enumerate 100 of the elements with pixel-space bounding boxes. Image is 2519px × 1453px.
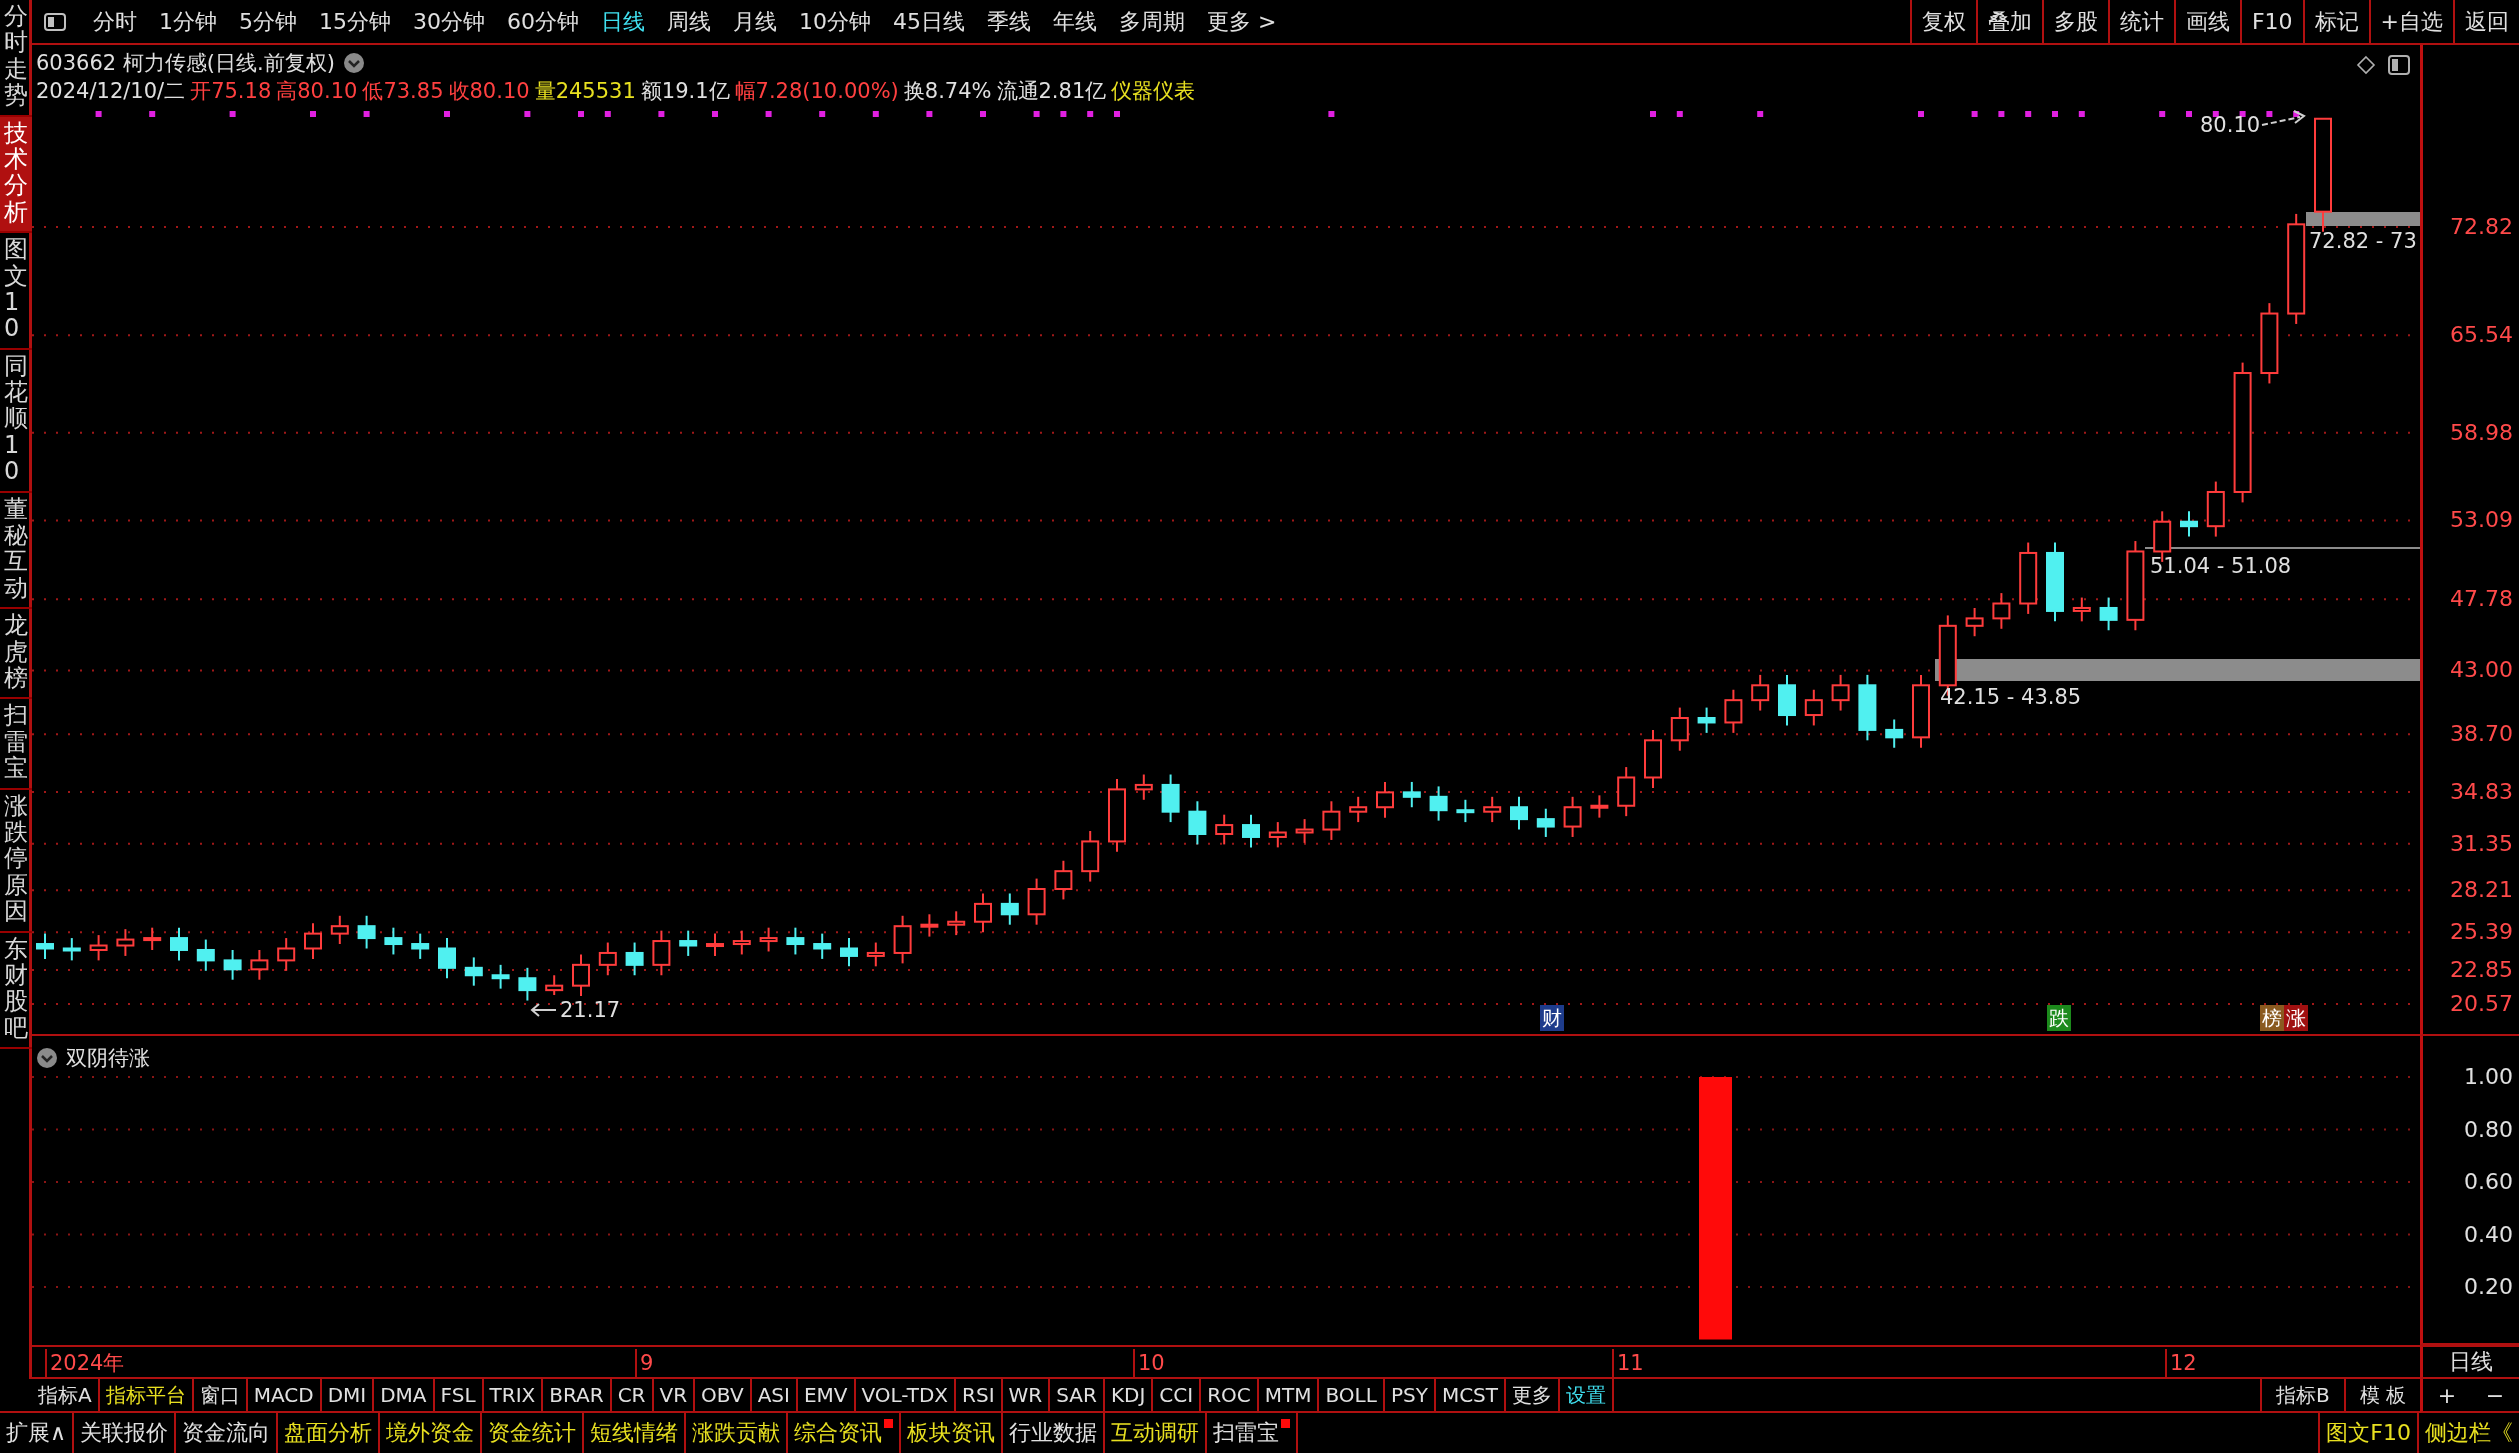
candle — [1215, 813, 1234, 846]
indicator-tab[interactable]: DMA — [374, 1379, 435, 1411]
period-tab[interactable]: 5分钟 — [228, 6, 308, 37]
toolbar-button[interactable]: 多股 — [2041, 0, 2108, 43]
indicator-tab[interactable]: RSI — [956, 1379, 1003, 1411]
arrow-icon — [2261, 110, 2306, 126]
bottom-tab[interactable]: 图文F10 — [2318, 1413, 2417, 1453]
indicator-tab[interactable]: 窗口 — [193, 1379, 248, 1411]
indicator-tab[interactable]: 模 板 — [2343, 1379, 2420, 1411]
toolbar-button[interactable]: 画线 — [2173, 0, 2240, 43]
indicator-tab[interactable]: CR — [611, 1379, 654, 1411]
panel-toggle-icon[interactable] — [2388, 55, 2410, 75]
event-marker[interactable]: 跌 — [2047, 1005, 2071, 1031]
period-tab[interactable]: 1分钟 — [148, 6, 228, 37]
indicator-tab[interactable]: DMI — [321, 1379, 375, 1411]
period-tab[interactable]: 年线 — [1042, 6, 1108, 37]
sidebar-tab[interactable]: 董秘互动 — [0, 492, 32, 610]
sidebar-tab[interactable]: 技术分析 — [0, 116, 32, 234]
bottom-tab[interactable]: 盘面分析 — [278, 1413, 381, 1453]
period-tab[interactable]: 分时 — [82, 6, 148, 37]
period-tab[interactable]: 60分钟 — [496, 6, 590, 37]
bottom-tab[interactable]: 综合资讯 — [788, 1413, 902, 1453]
sidebar-tab[interactable]: 龙虎榜 — [0, 609, 32, 700]
collapse-icon[interactable] — [36, 1047, 58, 1069]
candle — [1992, 592, 2011, 630]
period-tab[interactable]: 季线 — [976, 6, 1042, 37]
candle — [1697, 706, 1716, 734]
indicator-tab[interactable]: BOLL — [1319, 1379, 1385, 1411]
sidebar-tab[interactable]: 扫雷宝 — [0, 699, 32, 790]
event-marker[interactable]: 涨 — [2284, 1005, 2308, 1031]
candle — [438, 937, 456, 980]
period-tab[interactable]: 周线 — [656, 6, 722, 37]
toolbar-button[interactable]: F10 — [2239, 0, 2303, 43]
indicator-tab[interactable]: VR — [653, 1379, 696, 1411]
quote-field: 开75.18 — [190, 77, 272, 105]
bottom-tab[interactable]: 资金流向 — [176, 1413, 279, 1453]
diamond-icon[interactable] — [2356, 55, 2376, 75]
bottom-tab[interactable]: 扫雷宝 — [1207, 1413, 1299, 1453]
indicator-tab[interactable]: 指标B — [2259, 1379, 2344, 1411]
toolbar-button[interactable]: +自选 — [2368, 0, 2453, 43]
period-tab[interactable]: 30分钟 — [402, 6, 496, 37]
bottom-tab[interactable]: 侧边栏《 — [2417, 1413, 2519, 1453]
indicator-tab[interactable]: PSY — [1384, 1379, 1436, 1411]
indicator-tab[interactable]: KDJ — [1104, 1379, 1154, 1411]
bottom-tab[interactable]: 短线情绪 — [584, 1413, 687, 1453]
price-label: 72.82 - 73 — [2309, 229, 2417, 253]
candle — [947, 910, 966, 937]
bottom-tab[interactable]: 板块资讯 — [901, 1413, 1004, 1453]
event-marker[interactable]: 财 — [1540, 1005, 1564, 1031]
indicator-tab[interactable]: 更多 — [1506, 1379, 1560, 1411]
price-axis-label: 43.00 — [2450, 657, 2513, 684]
toolbar-button[interactable]: 统计 — [2107, 0, 2174, 43]
indicator-tab[interactable]: 指标平台 — [99, 1379, 194, 1411]
toolbar-button[interactable]: 叠加 — [1975, 0, 2042, 43]
sidebar-tab[interactable]: 涨跌停原因 — [0, 789, 32, 933]
period-tab[interactable]: 15分钟 — [308, 6, 402, 37]
candle — [2072, 596, 2091, 623]
indicator-tab[interactable]: MCST — [1435, 1379, 1506, 1411]
sidebar-tab[interactable]: 东财股吧 — [0, 932, 32, 1050]
bottom-tab[interactable]: 行业数据 — [1003, 1413, 1106, 1453]
indicator-tab[interactable]: 指标A — [32, 1379, 100, 1411]
candle — [464, 956, 483, 987]
indicator-tab[interactable]: CCI — [1153, 1379, 1202, 1411]
bottom-tab[interactable]: 扩展∧ — [0, 1413, 75, 1453]
period-tab[interactable]: 日线 — [590, 6, 656, 37]
period-tab[interactable]: 更多 > — [1196, 6, 1288, 37]
event-marker[interactable]: 榜 — [2260, 1005, 2284, 1031]
bottom-tab[interactable]: 互动调研 — [1105, 1413, 1208, 1453]
indicator-tab[interactable]: ASI — [751, 1379, 798, 1411]
sidebar-tab[interactable]: 图文10 — [0, 233, 32, 350]
indicator-tab[interactable]: VOL-TDX — [855, 1379, 957, 1411]
period-tab[interactable]: 多周期 — [1108, 6, 1196, 37]
period-tab[interactable]: 月线 — [722, 6, 788, 37]
indicator-tab[interactable]: WR — [1002, 1379, 1051, 1411]
bottom-tab[interactable]: 涨跌贡献 — [686, 1413, 789, 1453]
indicator-tab[interactable]: MTM — [1258, 1379, 1320, 1411]
quote-field: 收80.10 — [448, 77, 530, 105]
indicator-tab[interactable]: TRIX — [483, 1379, 544, 1411]
indicator-tab[interactable]: OBV — [695, 1379, 752, 1411]
panel-toggle-icon[interactable] — [44, 12, 66, 31]
bottom-tab[interactable]: 境外资金 — [380, 1413, 483, 1453]
indicator-tab[interactable]: FSL — [434, 1379, 484, 1411]
toolbar-button[interactable]: 复权 — [1909, 0, 1976, 43]
bottom-tab[interactable]: 资金统计 — [482, 1413, 585, 1453]
indicator-tab[interactable]: MACD — [247, 1379, 322, 1411]
sidebar-tab[interactable]: 同花顺10 — [0, 349, 32, 493]
toolbar-button[interactable]: 标记 — [2302, 0, 2369, 43]
indicator-tab[interactable]: EMV — [797, 1379, 856, 1411]
candle — [1000, 892, 1019, 926]
indicator-tab[interactable]: ROC — [1201, 1379, 1259, 1411]
indicator-tab[interactable]: BRAR — [543, 1379, 612, 1411]
period-tab[interactable]: 10分钟 — [788, 6, 882, 37]
period-tab[interactable]: 45日线 — [882, 6, 976, 37]
toolbar-button[interactable]: 返回 — [2453, 0, 2519, 43]
dropdown-icon[interactable] — [342, 52, 365, 74]
zoom-button[interactable]: + — [2423, 1379, 2471, 1411]
indicator-tab[interactable]: SAR — [1050, 1379, 1105, 1411]
bottom-tab[interactable]: 关联报价 — [74, 1413, 177, 1453]
zoom-button[interactable]: − — [2471, 1379, 2519, 1411]
indicator-tab[interactable]: 设置 — [1560, 1379, 1614, 1411]
